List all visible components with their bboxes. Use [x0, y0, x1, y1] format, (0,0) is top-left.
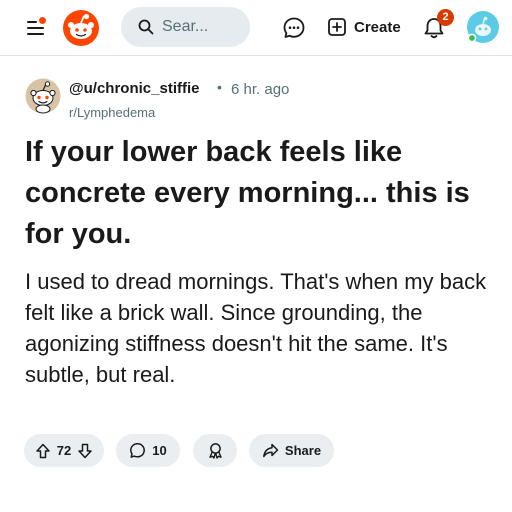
award-button[interactable] [193, 434, 237, 467]
plus-square-icon [328, 18, 346, 36]
comment-count: 10 [152, 443, 167, 458]
reddit-logo[interactable] [62, 9, 100, 47]
unread-dot [39, 17, 46, 24]
hamburger-menu-icon-bar-3 [27, 33, 44, 35]
share-button[interactable]: Share [249, 434, 334, 467]
post-timestamp: 6 hr. ago [231, 81, 290, 98]
notification-badge: 2 [437, 9, 454, 26]
hamburger-menu-icon-bar-2 [27, 27, 44, 29]
menu-button[interactable] [22, 14, 50, 42]
comment-bubble-icon [130, 443, 146, 458]
top-nav-bar: Sear... Create 2 [0, 0, 512, 56]
search-icon [138, 19, 154, 35]
arrow-up-icon [36, 443, 50, 458]
user-avatar-icon [467, 11, 499, 43]
meta-separator: • [217, 79, 222, 95]
downvote-button[interactable] [77, 443, 93, 459]
comments-button[interactable]: 10 [116, 434, 180, 467]
chat-button[interactable] [281, 15, 307, 41]
share-label: Share [284, 443, 322, 458]
create-label: Create [354, 18, 401, 36]
chat-bubble-icon [283, 17, 305, 38]
subreddit-link[interactable]: r/Lymphedema [69, 105, 155, 120]
post-title: If your lower back feels like concrete e… [25, 136, 470, 250]
user-avatar[interactable] [466, 10, 500, 44]
upvote-button[interactable] [35, 443, 51, 459]
author-avatar[interactable] [25, 78, 61, 114]
arrow-down-icon [78, 443, 92, 458]
create-button[interactable]: Create [320, 12, 409, 42]
author-snoo-avatar-icon [25, 78, 61, 114]
share-arrow-icon [262, 443, 279, 458]
search-placeholder: Sear... [162, 18, 209, 35]
hamburger-menu-icon [27, 21, 37, 23]
post-author-username[interactable]: @u/chronic_stiffie [69, 80, 199, 97]
vote-count: 72 [56, 443, 72, 458]
vote-bar: 72 [24, 434, 104, 467]
reddit-snoo-logo-icon [63, 10, 99, 46]
post-body: I used to dread mornings. That's when my… [25, 269, 487, 387]
search-bar[interactable]: Sear... [121, 7, 250, 47]
award-ribbon-icon [208, 443, 222, 459]
